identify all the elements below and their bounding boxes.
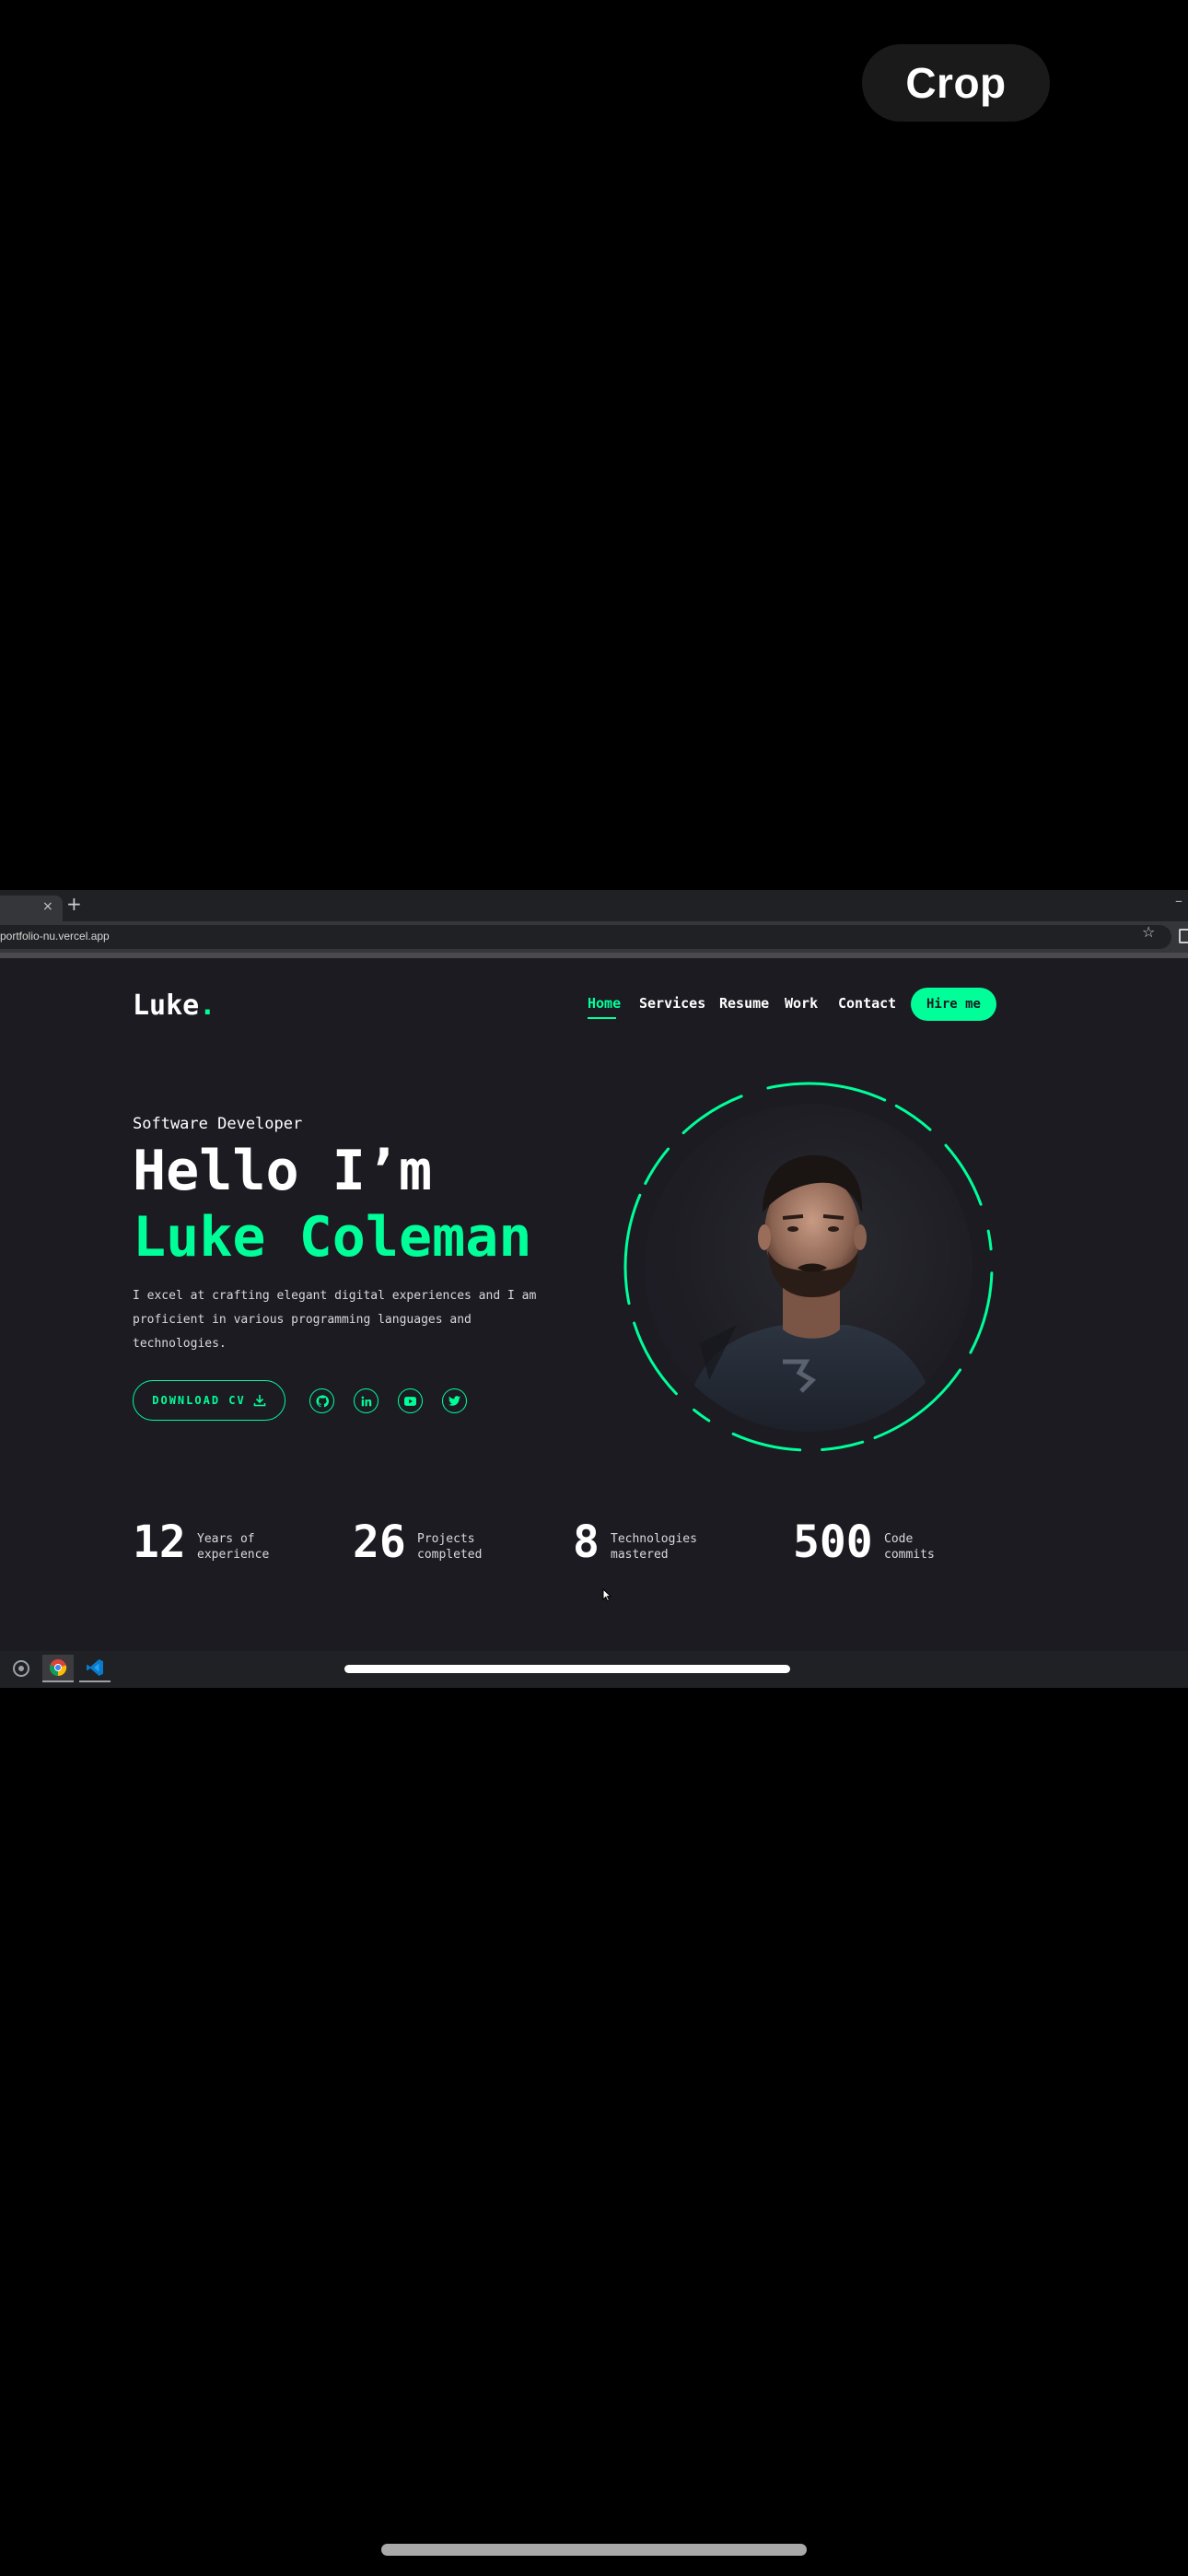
youtube-link[interactable] bbox=[398, 1388, 423, 1413]
hire-me-button[interactable]: Hire me bbox=[911, 988, 996, 1021]
page-top-divider bbox=[0, 953, 1188, 958]
taskbar-chrome[interactable] bbox=[42, 1655, 74, 1682]
download-icon bbox=[253, 1395, 266, 1407]
nav-services[interactable]: Services bbox=[639, 995, 705, 1012]
browser-tab[interactable]: × bbox=[0, 896, 63, 921]
stat-years-label: Years of experience bbox=[197, 1532, 270, 1562]
url-field[interactable]: portfolio-nu.vercel.app bbox=[0, 925, 1171, 949]
tab-close-icon[interactable]: × bbox=[42, 899, 53, 914]
twitter-link[interactable] bbox=[442, 1388, 467, 1413]
nav-home[interactable]: Home bbox=[588, 995, 621, 1012]
site-logo[interactable]: Luke. bbox=[133, 989, 215, 1022]
stat-commits-label: Code commits bbox=[884, 1532, 935, 1562]
download-cv-label: DOWNLOAD CV bbox=[152, 1394, 246, 1407]
recorded-home-indicator bbox=[344, 1665, 790, 1673]
taskbar-vscode[interactable] bbox=[79, 1655, 111, 1682]
logo-dot: . bbox=[199, 989, 216, 1022]
decorative-dashed-ring bbox=[623, 1082, 994, 1452]
stat-technologies-number: 8 bbox=[573, 1516, 600, 1568]
stat-technologies-label: Technologies mastered bbox=[611, 1532, 697, 1562]
download-cv-button[interactable]: DOWNLOAD CV bbox=[133, 1380, 285, 1421]
stat-commits-number: 500 bbox=[793, 1516, 873, 1568]
nav-work[interactable]: Work bbox=[785, 995, 818, 1012]
linkedin-link[interactable] bbox=[354, 1388, 379, 1413]
stat-projects-label: Projects completed bbox=[417, 1532, 483, 1562]
bookmark-star-icon[interactable]: ☆ bbox=[1142, 923, 1155, 941]
hero-name: Luke Coleman bbox=[133, 1205, 532, 1270]
nav-active-underline bbox=[588, 1017, 616, 1019]
new-tab-icon[interactable]: + bbox=[66, 893, 82, 915]
hero-role: Software Developer bbox=[133, 1115, 303, 1133]
extensions-icon[interactable] bbox=[1179, 929, 1188, 943]
github-icon bbox=[315, 1394, 329, 1407]
hero-description: I excel at crafting elegant digital expe… bbox=[133, 1289, 537, 1351]
address-bar: portfolio-nu.vercel.app ☆ bbox=[0, 921, 1188, 953]
github-link[interactable] bbox=[309, 1388, 334, 1413]
twitter-icon bbox=[448, 1396, 460, 1406]
screen-recording: × + – portfolio-nu.vercel.app ☆ Luke. Ho… bbox=[0, 890, 1188, 1688]
logo-text: Luke bbox=[133, 989, 200, 1022]
linkedin-icon bbox=[361, 1396, 371, 1406]
youtube-icon bbox=[404, 1396, 416, 1406]
taskbar-settings[interactable] bbox=[6, 1655, 37, 1682]
nav-contact[interactable]: Contact bbox=[838, 995, 896, 1012]
crop-button[interactable]: Crop bbox=[862, 44, 1050, 122]
hero-greeting: Hello I’m bbox=[133, 1139, 433, 1203]
url-text: portfolio-nu.vercel.app bbox=[0, 930, 110, 943]
settings-app-icon bbox=[13, 1660, 29, 1677]
stat-years-number: 12 bbox=[133, 1516, 186, 1568]
home-indicator[interactable] bbox=[381, 2544, 807, 2556]
browser-tab-strip: × + – bbox=[0, 890, 1188, 921]
minimize-icon[interactable]: – bbox=[1175, 892, 1182, 909]
vscode-icon bbox=[87, 1659, 103, 1676]
nav-resume[interactable]: Resume bbox=[719, 995, 769, 1012]
chrome-icon bbox=[49, 1659, 67, 1677]
stat-projects-number: 26 bbox=[353, 1516, 406, 1568]
mouse-cursor-icon bbox=[602, 1588, 611, 1602]
